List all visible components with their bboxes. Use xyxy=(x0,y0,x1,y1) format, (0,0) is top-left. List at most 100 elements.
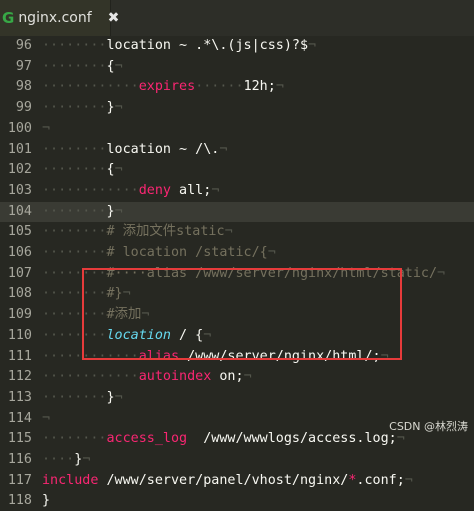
line-number: 108 xyxy=(7,286,32,302)
tab-bar: G nginx.conf ✖ xyxy=(0,0,474,36)
line-number: 105 xyxy=(7,224,32,240)
code-token: on; xyxy=(211,369,244,385)
code-text: ········location ~ .*\.(js|css)?$¬ xyxy=(42,36,316,56)
line-number: 115 xyxy=(7,431,32,447)
code-token: } xyxy=(42,493,51,509)
highlight-annotation-box xyxy=(82,268,402,360)
code-token: /www/wwwlogs/access.log; xyxy=(187,431,397,447)
whitespace-marker: ········ xyxy=(42,245,107,260)
code-line[interactable]: 116 ····}¬ xyxy=(0,450,474,470)
code-line[interactable]: 106 ········# location /static/{¬ xyxy=(0,243,474,263)
code-line[interactable]: 118} xyxy=(0,491,474,511)
code-line[interactable]: 104 ········}¬ xyxy=(0,201,474,222)
close-icon[interactable]: ✖ xyxy=(108,10,120,26)
line-number: 114 xyxy=(7,410,32,426)
code-text: ········{¬ xyxy=(42,57,123,77)
whitespace-marker: ¬ xyxy=(224,224,233,240)
nginx-icon: G xyxy=(2,9,15,27)
code-line[interactable]: 112 ············autoindex on;¬ xyxy=(0,367,474,387)
line-number: 101 xyxy=(7,141,32,157)
whitespace-marker: ········ xyxy=(42,141,107,157)
whitespace-marker: ········ xyxy=(42,79,107,95)
code-line[interactable]: 100 ¬ xyxy=(0,119,474,139)
whitespace-marker: ¬ xyxy=(404,472,413,488)
code-token: } xyxy=(106,100,115,116)
whitespace-marker: ········ xyxy=(42,224,107,240)
line-number: 109 xyxy=(7,307,32,323)
whitespace-marker: ¬ xyxy=(267,245,276,260)
code-token: # location /static/{ xyxy=(106,245,268,260)
code-token: .conf; xyxy=(356,472,405,488)
whitespace-marker: ········ xyxy=(42,369,107,385)
whitespace-marker: ········ xyxy=(42,58,107,74)
whitespace-marker: ¬ xyxy=(114,203,123,219)
code-token: deny xyxy=(138,182,171,198)
code-line[interactable]: 117 include /www/server/panel/vhost/nginx… xyxy=(0,471,474,491)
whitespace-marker: ···· xyxy=(106,79,139,95)
line-number: 96 xyxy=(15,38,32,53)
whitespace-marker: ¬ xyxy=(308,38,317,53)
code-token: } xyxy=(106,389,115,405)
line-number: 107 xyxy=(7,265,32,281)
code-line[interactable]: 98 ············expires······12h;¬ xyxy=(0,77,474,97)
code-token: { xyxy=(106,162,115,178)
code-token: expires xyxy=(138,79,196,95)
line-number: 99 xyxy=(15,100,32,116)
code-line[interactable]: 105 ········# 添加文件static¬ xyxy=(0,222,474,242)
code-line[interactable]: 96 ········location ~ .*\.(js|css)?$¬ xyxy=(0,36,474,56)
code-text: } xyxy=(42,491,50,511)
whitespace-marker: ······ xyxy=(195,79,244,95)
code-text: ········}¬ xyxy=(42,98,123,118)
code-token: # 添加文件static xyxy=(106,224,225,240)
code-line[interactable]: 113 ········}¬ xyxy=(0,388,474,408)
line-number: 113 xyxy=(7,389,32,405)
whitespace-marker: ¬ xyxy=(275,79,284,95)
code-token: autoindex xyxy=(138,369,212,385)
code-text: ············autoindex on;¬ xyxy=(42,367,252,387)
line-number: 104 xyxy=(7,203,32,219)
whitespace-marker: ¬ xyxy=(437,265,446,281)
code-text: ········{¬ xyxy=(42,160,123,180)
whitespace-marker: ¬ xyxy=(42,120,51,136)
whitespace-marker: ········ xyxy=(42,100,107,116)
code-token: } xyxy=(106,203,115,219)
whitespace-marker: ···· xyxy=(106,182,139,198)
code-text: ¬ xyxy=(42,119,50,139)
line-number: 118 xyxy=(7,493,32,509)
line-number: 102 xyxy=(7,162,32,178)
code-text: ····}¬ xyxy=(42,450,90,470)
code-token: include xyxy=(42,472,99,488)
whitespace-marker: ···· xyxy=(42,452,75,467)
code-line[interactable]: 101 ········location ~ /\.¬ xyxy=(0,140,474,160)
code-text: ············deny all;¬ xyxy=(42,181,219,201)
code-line[interactable]: 97 ········{¬ xyxy=(0,57,474,77)
code-line[interactable]: 102 ········{¬ xyxy=(0,160,474,180)
code-token: access_log xyxy=(106,431,188,447)
code-token: { xyxy=(106,58,115,74)
line-number: 103 xyxy=(7,182,32,198)
code-token: location ~ .*\.(js|css)?$ xyxy=(106,38,309,53)
line-number: 110 xyxy=(7,327,32,343)
code-line[interactable]: 99 ········}¬ xyxy=(0,98,474,118)
line-number: 111 xyxy=(7,348,32,364)
code-line[interactable]: 103 ············deny all;¬ xyxy=(0,181,474,201)
code-token: all; xyxy=(171,182,212,198)
watermark: CSDN @林烈涛 xyxy=(389,420,468,433)
code-text: ¬ xyxy=(42,409,50,429)
whitespace-marker: ········ xyxy=(42,162,107,178)
code-editor[interactable]: 96 ········location ~ .*\.(js|css)?$¬ 97 ··… xyxy=(0,36,474,508)
whitespace-marker: ···· xyxy=(106,369,139,385)
code-token: * xyxy=(348,472,357,488)
tab-nginx-conf[interactable]: G nginx.conf ✖ xyxy=(0,0,119,36)
whitespace-marker: ¬ xyxy=(211,182,220,198)
line-number: 97 xyxy=(15,58,32,74)
whitespace-marker: ········ xyxy=(42,389,107,405)
code-token: location ~ /\. xyxy=(106,141,220,157)
whitespace-marker: ········ xyxy=(42,182,107,198)
line-number: 98 xyxy=(15,79,32,95)
whitespace-marker: ¬ xyxy=(114,389,123,405)
whitespace-marker: ········ xyxy=(42,431,107,447)
code-token: } xyxy=(74,452,83,467)
line-number: 100 xyxy=(7,120,32,136)
code-text: ········}¬ xyxy=(42,202,123,222)
